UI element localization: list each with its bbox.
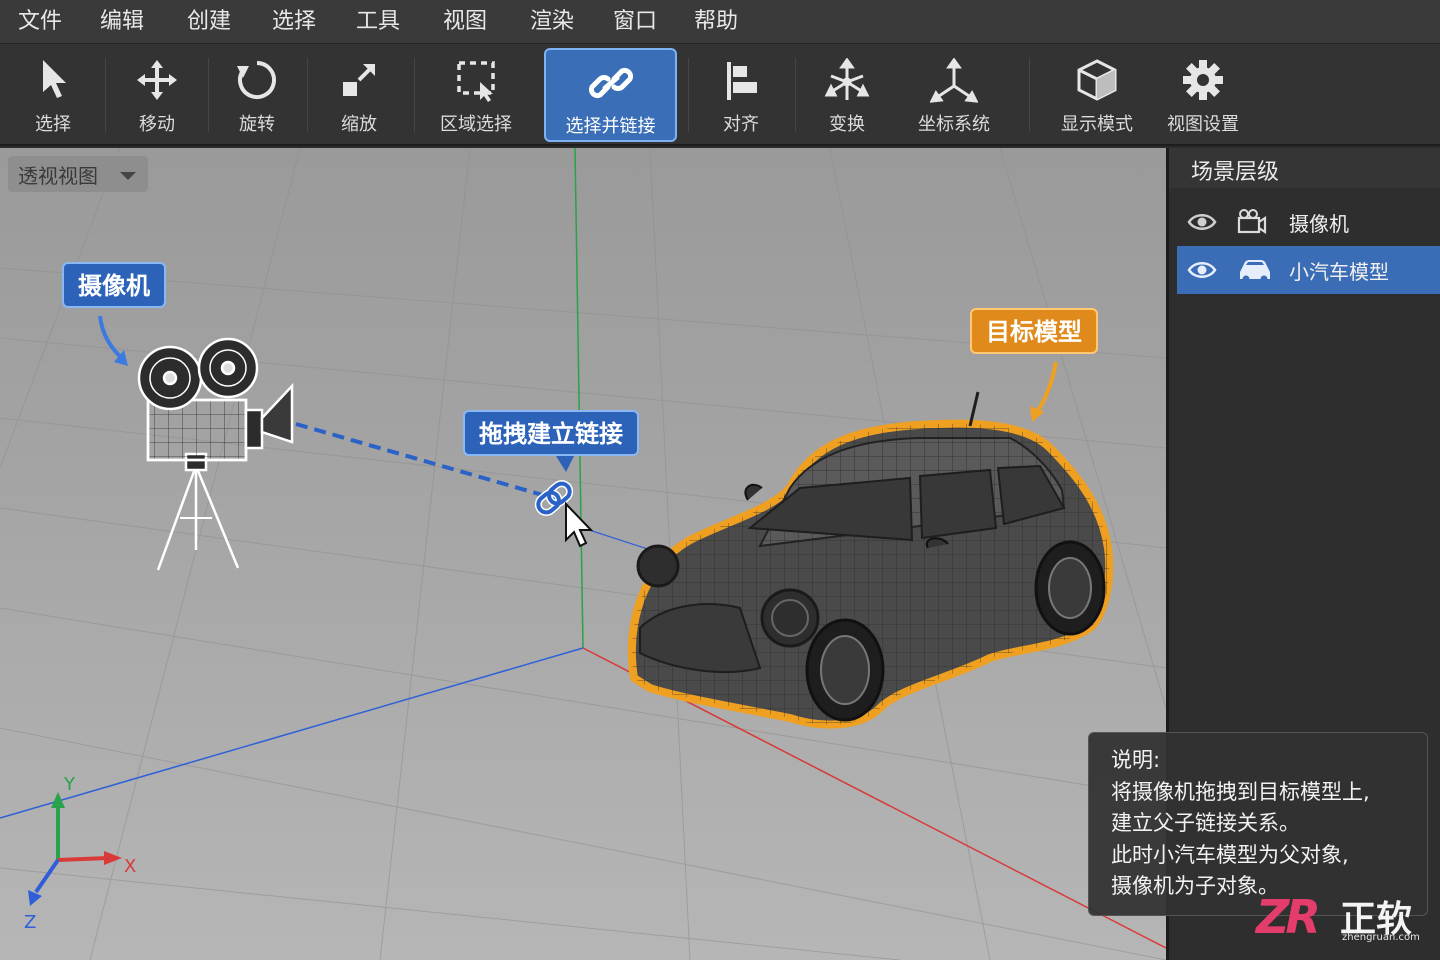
eye-icon[interactable] [1187,210,1217,234]
camera-tag: 摄像机 [62,262,166,308]
axis-icon [930,58,978,103]
align-icon [727,62,757,100]
tool-align-label: 对齐 [723,114,759,135]
watermark-url: zhengruan.com [1342,932,1420,943]
chevron-down-icon [120,172,136,180]
tool-transform-button[interactable]: 变换 [804,48,890,142]
drag-link-tag: 拖拽建立链接 [463,410,639,456]
menu-create[interactable]: 创建 [181,6,237,38]
tool-view-settings-button[interactable]: 视图设置 [1160,48,1246,142]
tool-coordinate-system-label: 坐标系统 [918,114,990,135]
tool-align-button[interactable]: 对齐 [698,48,784,142]
menu-select[interactable]: 选择 [266,6,322,38]
menu-file[interactable]: 文件 [12,6,68,38]
target-model-tag: 目标模型 [970,308,1098,354]
watermark-logo: ZR [1256,890,1321,944]
note-line: 说明: [1111,748,1161,772]
rotate-icon [237,61,276,99]
axis-z-label: Z [24,912,36,933]
tool-select-and-link-button[interactable]: 选择并链接 [544,48,677,142]
tool-select-button[interactable]: 选择 [10,48,96,142]
target-callout-arrow [1034,361,1058,416]
tool-rotate-label: 旋转 [239,114,275,135]
scene-canvas: Y X Z [0,148,1166,960]
hierarchy-item-car-model[interactable]: 小汽车模型 [1177,246,1440,294]
perspective-viewport[interactable]: Y X Z 透视视图 摄像机 目标模型 拖拽建立链接 [0,148,1166,960]
gear-icon [1183,60,1223,100]
menu-window[interactable]: 窗口 [607,6,663,38]
menu-help[interactable]: 帮助 [688,6,744,38]
mouse-cursor-icon [565,501,594,548]
tool-display-mode-button[interactable]: 显示模式 [1054,48,1140,142]
camera-model [137,337,294,571]
tool-display-mode-label: 显示模式 [1061,114,1133,135]
panel-header: 场景层级 [1169,148,1440,188]
region-select-icon [457,61,495,102]
eye-icon[interactable] [1187,258,1217,282]
watermark: ZR 正软 zhengruan.com [1256,890,1436,950]
toolbar-divider [795,58,796,132]
axis-y-label: Y [63,774,76,795]
note-line: 建立父子链接关系。 [1111,811,1300,835]
car-model [627,391,1114,729]
tool-region-select-label: 区域选择 [440,114,512,135]
menu-render[interactable]: 渲染 [524,6,580,38]
world-y-axis [574,148,584,649]
tool-move-button[interactable]: 移动 [114,48,200,142]
scale-icon [343,64,375,96]
toolbar-divider [208,58,209,132]
axis-x-label: X [124,856,136,877]
view-mode-label: 透视视图 [18,164,98,188]
tool-transform-label: 变换 [829,114,865,135]
view-mode-dropdown[interactable]: 透视视图 [8,156,148,192]
menu-view[interactable]: 视图 [437,6,493,38]
tool-select-and-link-label: 选择并链接 [565,116,656,137]
menu-bar: 文件 编辑 创建 选择 工具 视图 渲染 窗口 帮助 [0,0,1440,44]
toolbar-divider [414,58,415,132]
toolbar-divider [105,58,106,132]
tool-region-select-button[interactable]: 区域选择 [428,48,524,142]
hierarchy-item-label: 摄像机 [1289,212,1349,236]
tool-rotate-button[interactable]: 旋转 [214,48,300,142]
menu-tools[interactable]: 工具 [350,6,406,38]
tool-coordinate-system-button[interactable]: 坐标系统 [908,48,1000,142]
panel-title: 场景层级 [1191,160,1280,185]
cube-icon [1077,59,1117,101]
pointer-icon [43,60,66,98]
toolbar-divider [688,58,689,132]
tool-scale-button[interactable]: 缩放 [316,48,402,142]
car-icon [1240,260,1270,283]
transform-icon [824,58,870,100]
hierarchy-item-label: 小汽车模型 [1289,260,1389,284]
tool-move-label: 移动 [139,114,175,135]
link-icon [588,67,633,99]
camera-icon [1237,209,1267,234]
move-icon [137,60,177,100]
tool-scale-label: 缩放 [341,114,377,135]
note-line: 此时小汽车模型为父对象, [1111,842,1349,867]
toolbar-divider [307,58,308,132]
toolbar-divider [1029,58,1030,132]
hierarchy-item-camera[interactable]: 摄像机 [1177,198,1440,246]
tool-view-settings-label: 视图设置 [1167,114,1239,135]
camera-callout-arrow [98,315,126,362]
note-line: 将摄像机拖拽到目标模型上, [1111,779,1370,804]
world-z-axis [0,647,584,819]
main-toolbar: 选择 移动 旋转 缩放 区域选择 选择并链接 对齐 变换 坐标系统 显示模式 视… [0,44,1440,146]
tool-select-label: 选择 [35,114,71,135]
instruction-note: 说明: 将摄像机拖拽到目标模型上, 建立父子链接关系。 此时小汽车模型为父对象,… [1088,732,1428,916]
menu-edit[interactable]: 编辑 [94,6,150,38]
